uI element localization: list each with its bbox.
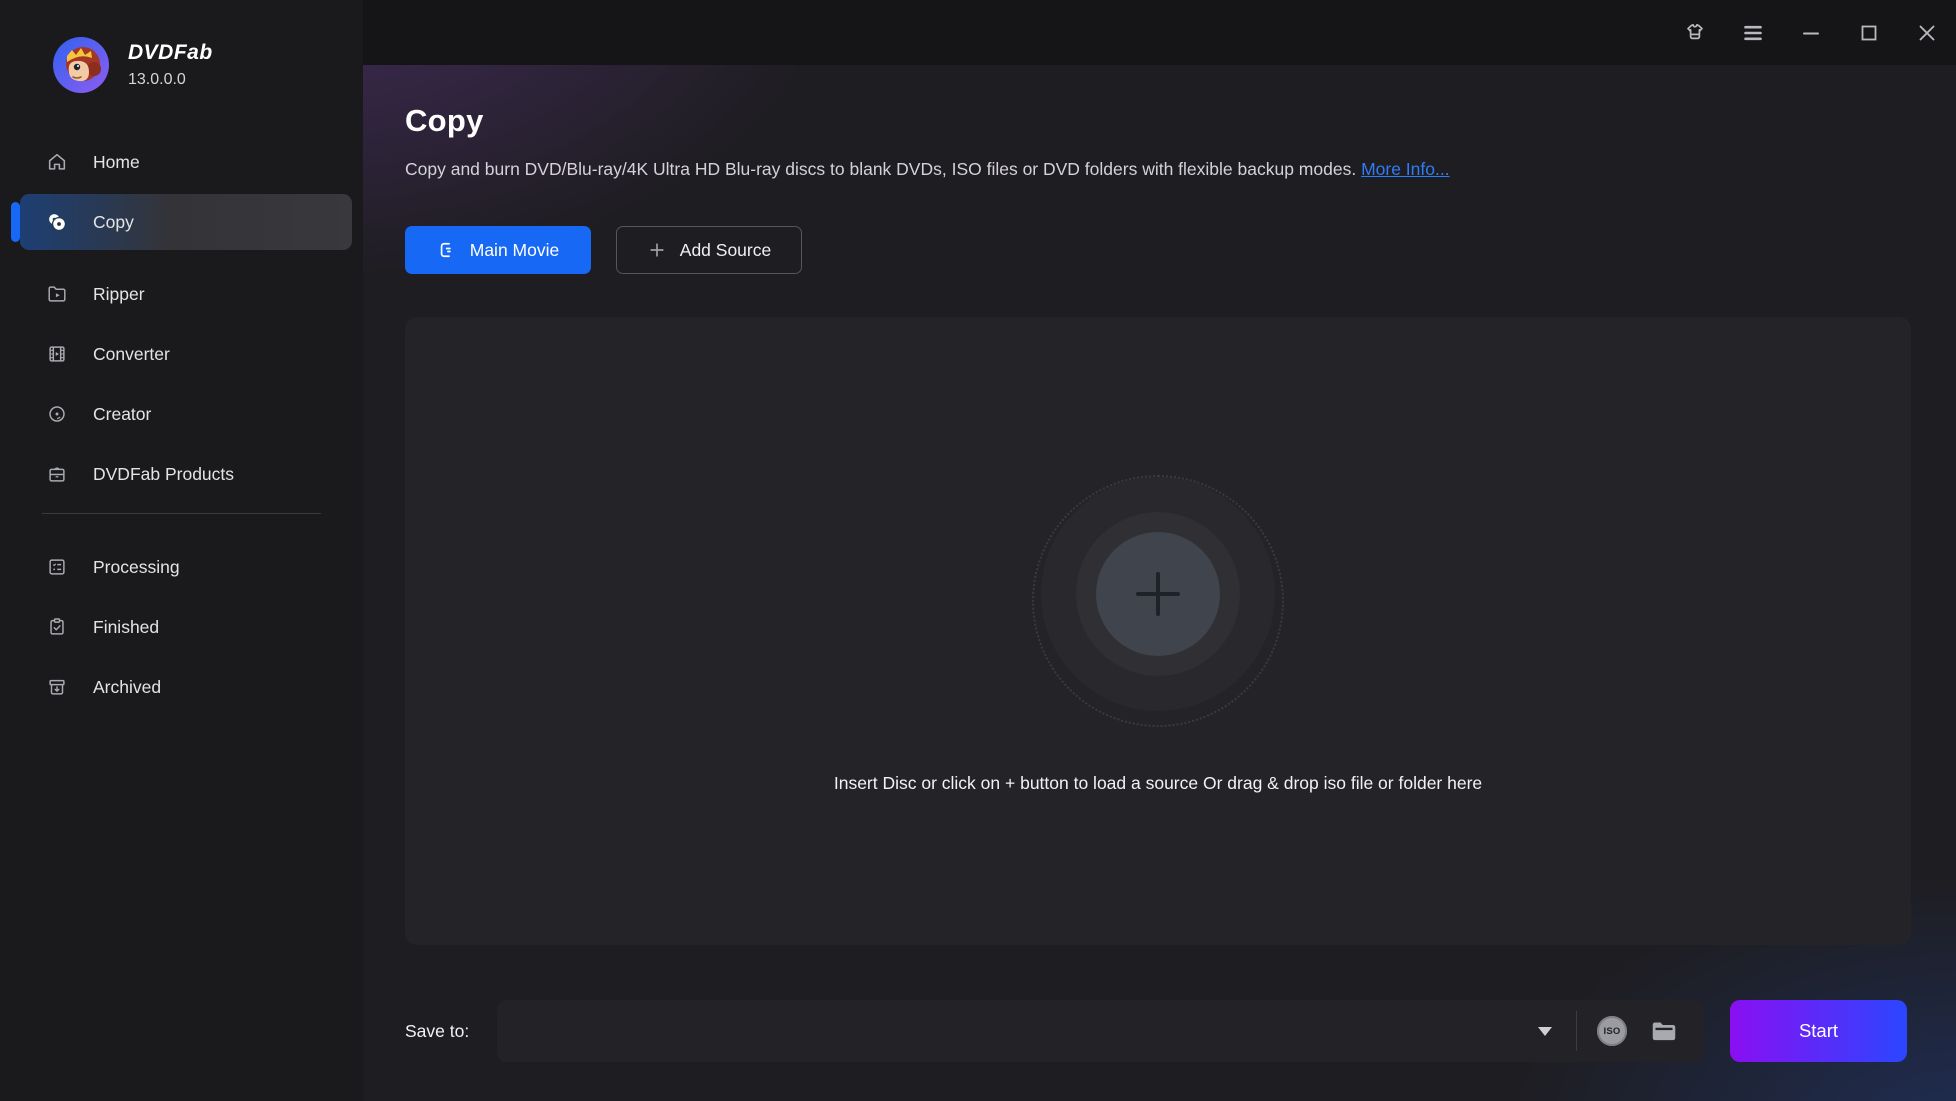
products-box-icon [46, 463, 68, 485]
plus-icon [1136, 572, 1180, 616]
sidebar-item-label: Processing [93, 556, 180, 577]
ripper-folder-icon [46, 283, 68, 305]
main-movie-button[interactable]: Main Movie [405, 226, 591, 274]
add-source-label: Add Source [679, 239, 772, 260]
processing-list-icon [46, 556, 68, 578]
creator-disc-icon [46, 403, 68, 425]
sidebar-item-dvdfab-products[interactable]: DVDFab Products [20, 450, 352, 498]
sidebar-item-label: Archived [93, 676, 162, 697]
folder-icon [1652, 1022, 1676, 1041]
source-dropzone[interactable]: Insert Disc or click on + button to load… [405, 317, 1911, 945]
add-source-button[interactable]: Add Source [616, 226, 802, 274]
save-path-input[interactable] [497, 1000, 1522, 1062]
save-path-box: ISO [497, 1000, 1703, 1062]
minimize-icon[interactable] [1798, 20, 1824, 46]
app-version: 13.0.0.0 [128, 71, 186, 88]
dropzone-hint: Insert Disc or click on + button to load… [833, 773, 1483, 793]
sidebar-item-copy[interactable]: Copy [11, 194, 352, 250]
theme-shirt-icon[interactable] [1682, 20, 1708, 46]
sidebar-item-home[interactable]: Home [20, 138, 352, 186]
sidebar-nav-library: Processing Finished Archived [0, 543, 363, 711]
page-title: Copy [405, 103, 484, 138]
dvdfab-monkey-logo-icon [53, 37, 109, 93]
logo-text-block: DVDFab 13.0.0.0 [128, 41, 213, 89]
sidebar-item-processing[interactable]: Processing [20, 543, 352, 591]
sidebar-item-label: DVDFab Products [93, 463, 235, 484]
chevron-down-icon [1538, 1026, 1552, 1036]
plus-icon [647, 240, 667, 260]
main-movie-label: Main Movie [469, 239, 560, 260]
close-icon[interactable] [1914, 20, 1940, 46]
home-icon [46, 151, 68, 173]
sidebar-item-label: Converter [93, 343, 170, 364]
window-controls [1682, 0, 1940, 65]
sidebar-item-label: Ripper [93, 283, 145, 304]
sidebar-item-creator[interactable]: Creator [20, 390, 352, 438]
app-name: DVDFab [128, 41, 213, 64]
title-bar [363, 0, 1956, 65]
sidebar-item-ripper[interactable]: Ripper [20, 270, 352, 318]
sidebar: DVDFab 13.0.0.0 Home Copy Ripper Convert… [0, 0, 363, 1101]
main-content: Copy Copy and burn DVD/Blu-ray/4K Ultra … [363, 65, 1956, 1101]
sidebar-divider [42, 513, 321, 514]
sidebar-item-label: Creator [93, 403, 152, 424]
sidebar-item-archived[interactable]: Archived [20, 663, 352, 711]
iso-badge-label: ISO [1603, 1025, 1621, 1037]
save-path-dropdown-button[interactable] [1522, 1000, 1568, 1062]
converter-film-icon [46, 343, 68, 365]
sidebar-item-finished[interactable]: Finished [20, 603, 352, 651]
save-to-label: Save to: [405, 1020, 470, 1041]
save-as-iso-button[interactable]: ISO [1597, 1016, 1627, 1046]
app-window: DVDFab 13.0.0.0 Home Copy Ripper Convert… [0, 0, 1956, 1101]
copy-disc-icon [46, 211, 68, 233]
sidebar-item-label: Copy [93, 211, 134, 232]
sidebar-item-converter[interactable]: Converter [20, 330, 352, 378]
menu-icon[interactable] [1740, 20, 1766, 46]
save-as-folder-button[interactable] [1649, 1016, 1679, 1046]
sidebar-item-label: Home [93, 151, 140, 172]
start-button[interactable]: Start [1730, 1000, 1907, 1062]
app-logo: DVDFab 13.0.0.0 [0, 0, 363, 94]
main-movie-mode-icon [437, 240, 457, 260]
more-info-link[interactable]: More Info... [1361, 159, 1450, 179]
footer-bar: Save to: ISO Start [405, 1000, 1907, 1062]
mode-toolbar: Main Movie Add Source [405, 226, 1956, 274]
page-description: Copy and burn DVD/Blu-ray/4K Ultra HD Bl… [405, 159, 1956, 180]
description-text: Copy and burn DVD/Blu-ray/4K Ultra HD Bl… [405, 159, 1357, 179]
archived-box-icon [46, 676, 68, 698]
finished-clipboard-icon [46, 616, 68, 638]
sidebar-item-label: Finished [93, 616, 160, 637]
load-source-plus-button[interactable] [1096, 532, 1220, 656]
footer-divider [1576, 1011, 1577, 1051]
maximize-icon[interactable] [1856, 20, 1882, 46]
sidebar-nav-primary: Home Copy Ripper Converter Creator DVDFa… [0, 138, 363, 498]
